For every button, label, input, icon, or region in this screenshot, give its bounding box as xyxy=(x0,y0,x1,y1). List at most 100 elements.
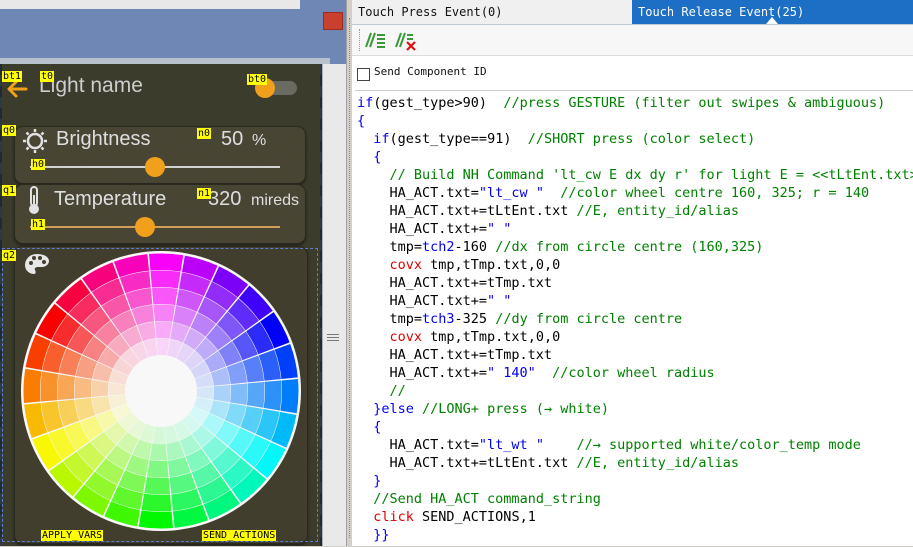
code-line: tmp=tch2-160 //dx from circle centre (16… xyxy=(357,238,913,256)
wheel-segment[interactable] xyxy=(154,321,173,339)
device-screen: Light name Brightness 50 % Temperature 3… xyxy=(2,64,320,546)
code-token: -325 xyxy=(454,311,496,327)
tag-bt1[interactable]: bt1 xyxy=(2,71,23,82)
tag-h0[interactable]: h0 xyxy=(31,159,46,170)
code-token: //dy from circle centre xyxy=(495,311,683,327)
code-token: (gest_type>90) xyxy=(373,95,504,111)
toolbar-separator xyxy=(359,29,361,51)
design-canvas: Light name Brightness 50 % Temperature 3… xyxy=(0,0,346,546)
code-token: tmp,tTmp.txt,0,0 xyxy=(422,257,561,273)
code-token: click xyxy=(373,509,414,525)
code-token: }} xyxy=(373,527,390,543)
code-line: } xyxy=(357,472,913,490)
brightness-label: Brightness xyxy=(56,128,151,150)
code-token: HA_ACT.txt+= xyxy=(357,293,488,309)
wheel-segment[interactable] xyxy=(149,253,184,272)
wheel-segment[interactable] xyxy=(150,270,181,289)
tab-touch-press[interactable]: Touch Press Event(0) xyxy=(352,0,632,24)
wheel-segment[interactable] xyxy=(263,380,282,411)
uncomment-lines-icon[interactable] xyxy=(394,29,416,51)
code-line: HA_ACT.txt+=" 140" //color wheel radius xyxy=(357,364,913,382)
code-line: }else //LONG+ press (→ white) xyxy=(357,400,913,418)
code-token: // Build NH Command 'lt_cw E dx dy r' fo… xyxy=(389,167,913,183)
wheel-center[interactable] xyxy=(125,355,197,427)
code-token: HA_ACT.txt+= xyxy=(357,221,488,237)
code-token: "lt_wt " xyxy=(478,437,544,453)
color-wheel[interactable] xyxy=(20,250,302,532)
code-token: tmp= xyxy=(357,239,423,255)
code-token: HA_ACT.txt= xyxy=(357,437,479,453)
wheel-segment[interactable] xyxy=(23,368,42,403)
temperature-slider-knob[interactable] xyxy=(135,217,155,237)
code-token: tch2 xyxy=(422,239,455,255)
code-token: // xyxy=(389,383,406,399)
wheel-segment[interactable] xyxy=(147,460,169,478)
code-line: //Send HA_ACT command_string xyxy=(357,490,913,508)
code-line: { xyxy=(357,418,913,436)
code-token: HA_ACT.txt+=tTmp.txt xyxy=(357,347,553,363)
tag-n1[interactable]: n1 xyxy=(197,188,212,199)
wheel-segment[interactable] xyxy=(57,374,76,401)
tag-h1[interactable]: h1 xyxy=(31,219,46,230)
code-line: HA_ACT.txt+=tLtEnt.txt //E, entity_id/al… xyxy=(357,454,913,472)
wheel-segment[interactable] xyxy=(141,493,172,512)
code-token: { xyxy=(357,113,366,129)
tag-bt0[interactable]: bt0 xyxy=(247,74,268,85)
code-token: HA_ACT.txt+=tLtEnt.txt xyxy=(357,455,577,471)
code-line: HA_ACT.txt+=tTmp.txt xyxy=(357,346,913,364)
code-token: //press GESTURE (filter out swipes & amb… xyxy=(503,95,886,111)
code-line: { xyxy=(357,112,913,130)
wheel-segment[interactable] xyxy=(40,371,59,402)
code-token: " " xyxy=(487,221,512,237)
code-token: SEND_ACTIONS,1 xyxy=(413,509,536,525)
code-token: //Send HA_ACT command_string xyxy=(373,491,601,507)
code-token: { xyxy=(373,149,382,165)
code-token: { xyxy=(373,419,382,435)
tag-send-actions[interactable]: SEND_ACTIONS xyxy=(202,530,277,541)
wheel-segment[interactable] xyxy=(138,510,173,529)
wheel-segment[interactable] xyxy=(213,384,231,403)
tag-q1[interactable]: q1 xyxy=(2,185,17,196)
wheel-segment[interactable] xyxy=(153,304,175,322)
canvas-scrollbar[interactable] xyxy=(322,64,346,546)
wheel-segment[interactable] xyxy=(74,377,92,399)
tag-q2[interactable]: q2 xyxy=(2,250,17,261)
code-token: covx xyxy=(389,257,423,273)
brightness-slider-knob[interactable] xyxy=(145,157,165,177)
code-token: } xyxy=(373,473,382,489)
wheel-segment[interactable] xyxy=(230,383,248,405)
wheel-segment[interactable] xyxy=(144,476,171,495)
tag-t0[interactable]: t0 xyxy=(40,71,55,82)
tag-apply-vars[interactable]: APPLY_VARS xyxy=(41,530,104,541)
code-token: }else xyxy=(373,401,414,417)
code-line: click SEND_ACTIONS,1 xyxy=(357,508,913,526)
wheel-segment[interactable] xyxy=(280,379,299,414)
code-token: HA_ACT.txt= xyxy=(357,185,479,201)
canvas-top-strip xyxy=(0,0,300,9)
code-line: tmp=tch3-325 //dy from circle centre xyxy=(357,310,913,328)
comment-lines-icon[interactable] xyxy=(364,29,386,51)
code-line: covx tmp,tTmp.txt,0,0 xyxy=(357,256,913,274)
close-icon[interactable] xyxy=(323,12,343,30)
wheel-segment[interactable] xyxy=(246,381,265,408)
code-token: HA_ACT.txt+= xyxy=(357,365,488,381)
wheel-segment[interactable] xyxy=(91,379,109,398)
event-code-pane: Touch Press Event(0) Touch Release Event… xyxy=(352,0,913,546)
scrollbar-grip-icon[interactable] xyxy=(327,334,339,344)
arrow-left-icon[interactable] xyxy=(5,79,29,99)
code-token: //LONG+ press (→ white) xyxy=(422,401,609,417)
light-name-text: Light name xyxy=(39,74,143,97)
code-token: //E, entity_id/alias xyxy=(576,203,740,219)
wheel-segment[interactable] xyxy=(151,287,178,306)
send-component-id-checkbox[interactable] xyxy=(357,68,370,81)
code-token: tmp,tTmp.txt,0,0 xyxy=(422,329,561,345)
temperature-slider-track[interactable] xyxy=(30,226,280,228)
code-editor[interactable]: if(gest_type>90) //press GESTURE (filter… xyxy=(355,90,913,547)
wheel-segment[interactable] xyxy=(149,443,168,461)
tag-q0[interactable]: q0 xyxy=(2,125,17,136)
tag-n0[interactable]: n0 xyxy=(197,128,212,139)
